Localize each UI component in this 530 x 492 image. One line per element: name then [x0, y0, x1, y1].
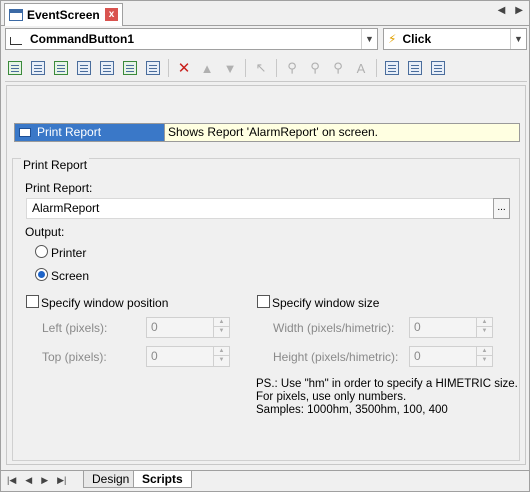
check-script-icon[interactable]: [382, 58, 402, 78]
find-next-icon[interactable]: ⚲: [305, 58, 325, 78]
chevron-down-icon[interactable]: ▼: [361, 29, 377, 49]
window-position-label: Specify window position: [41, 296, 169, 310]
left-spin-buttons[interactable]: ▲ ▼: [213, 318, 229, 337]
height-label: Height (pixels/himetric):: [273, 350, 399, 364]
left-label: Left (pixels):: [42, 321, 108, 335]
script-editor: Print Report Shows Report 'AlarmReport' …: [6, 85, 526, 465]
tab-design[interactable]: Design: [83, 471, 139, 488]
edit-action-icon[interactable]: [74, 58, 94, 78]
width-label: Width (pixels/himetric):: [273, 321, 395, 335]
object-event-selector: CommandButton1 ▼ ⚡ Click ▼: [5, 28, 527, 51]
top-spinner[interactable]: 0 ▲ ▼: [146, 346, 230, 367]
left-spinner[interactable]: 0 ▲ ▼: [146, 317, 230, 338]
printer-icon: [15, 124, 35, 141]
himetric-note: PS.: Use "hm" in order to specify a HIME…: [256, 378, 518, 417]
note-line-1: PS.: Use "hm" in order to specify a HIME…: [256, 378, 518, 390]
close-icon[interactable]: x: [105, 8, 118, 21]
left-value: 0: [151, 320, 158, 334]
event-screen-window: EventScreen x ◀ ▶ CommandButton1 ▼ ⚡ Cli…: [0, 0, 530, 492]
height-spin-buttons[interactable]: ▲ ▼: [476, 347, 492, 366]
toolbar-separator: [168, 59, 169, 77]
width-value: 0: [414, 320, 421, 334]
output-label: Output:: [25, 225, 65, 239]
tab-title: EventScreen: [27, 8, 100, 22]
first-tab-icon[interactable]: |◀: [7, 475, 16, 486]
print-action-icon[interactable]: [143, 58, 163, 78]
group-title: Print Report: [21, 158, 90, 172]
command-button-icon: [10, 37, 22, 45]
object-dropdown-value: CommandButton1: [30, 32, 134, 46]
event-dropdown[interactable]: ⚡ Click ▼: [383, 28, 527, 50]
document-tab-strip: EventScreen x ◀ ▶: [1, 1, 529, 26]
note-line-3: Samples: 1000hm, 3500hm, 100, 400: [256, 404, 448, 416]
next-tab-icon[interactable]: ▶: [41, 475, 48, 486]
tab-eventscreen[interactable]: EventScreen x: [4, 3, 123, 26]
width-spin-buttons[interactable]: ▲ ▼: [476, 318, 492, 337]
top-label: Top (pixels):: [42, 350, 107, 364]
move-up-icon[interactable]: ▲: [197, 58, 217, 78]
pointer-icon[interactable]: ↖: [251, 58, 271, 78]
toolbar-divider: [5, 81, 527, 82]
printer-radio[interactable]: [35, 245, 48, 258]
bottom-tab-bar: |◀ ◀ ▶ ▶| Design Scripts: [1, 470, 529, 491]
tab-scroll-arrows: ◀ ▶: [498, 5, 523, 16]
height-value: 0: [414, 349, 421, 363]
scroll-right-icon[interactable]: ▶: [515, 5, 523, 16]
toolbar-separator: [376, 59, 377, 77]
window-size-label: Specify window size: [272, 296, 380, 310]
comment-icon[interactable]: [428, 58, 448, 78]
action-name: Print Report: [35, 124, 165, 141]
find-icon[interactable]: ⚲: [282, 58, 302, 78]
report-field[interactable]: AlarmReport: [26, 198, 510, 219]
toolbar-separator: [245, 59, 246, 77]
report-label: Print Report:: [25, 181, 93, 195]
screen-radio[interactable]: [35, 268, 48, 281]
screen-radio-label: Screen: [51, 269, 90, 283]
browse-button[interactable]: ...: [493, 198, 510, 219]
verify-icon[interactable]: [405, 58, 425, 78]
insert-action-icon[interactable]: [28, 58, 48, 78]
bottom-tab-nav: |◀ ◀ ▶ ▶|: [7, 475, 66, 486]
script-toolbar: ✕ ▲ ▼ ↖ ⚲ ⚲ ⚲ A: [5, 56, 527, 80]
toolbar-separator: [276, 59, 277, 77]
new-action-icon[interactable]: [5, 58, 25, 78]
object-dropdown[interactable]: CommandButton1 ▼: [5, 28, 378, 50]
prev-tab-icon[interactable]: ◀: [25, 475, 32, 486]
top-spin-buttons[interactable]: ▲ ▼: [213, 347, 229, 366]
printer-radio-label: Printer: [51, 246, 87, 260]
font-size-icon[interactable]: A: [351, 58, 371, 78]
download-action-icon[interactable]: [97, 58, 117, 78]
action-description: Shows Report 'AlarmReport' on screen.: [168, 125, 379, 139]
refresh-action-icon[interactable]: [120, 58, 140, 78]
screen-icon: [9, 9, 23, 21]
image-action-icon[interactable]: [51, 58, 71, 78]
delete-icon[interactable]: ✕: [174, 58, 194, 78]
action-row-print-report[interactable]: Print Report Shows Report 'AlarmReport' …: [14, 123, 520, 142]
height-spinner[interactable]: 0 ▲ ▼: [409, 346, 493, 367]
scroll-left-icon[interactable]: ◀: [498, 5, 506, 16]
last-tab-icon[interactable]: ▶|: [57, 475, 66, 486]
event-bolt-icon: ⚡: [388, 32, 397, 46]
window-position-checkbox[interactable]: [26, 295, 39, 308]
replace-icon[interactable]: ⚲: [328, 58, 348, 78]
event-dropdown-value: Click: [402, 32, 432, 46]
width-spinner[interactable]: 0 ▲ ▼: [409, 317, 493, 338]
window-size-checkbox[interactable]: [257, 295, 270, 308]
move-down-icon[interactable]: ▼: [220, 58, 240, 78]
chevron-down-icon[interactable]: ▼: [510, 29, 526, 49]
note-line-2: For pixels, use only numbers.: [256, 391, 407, 403]
tab-scripts[interactable]: Scripts: [133, 471, 192, 488]
top-value: 0: [151, 349, 158, 363]
